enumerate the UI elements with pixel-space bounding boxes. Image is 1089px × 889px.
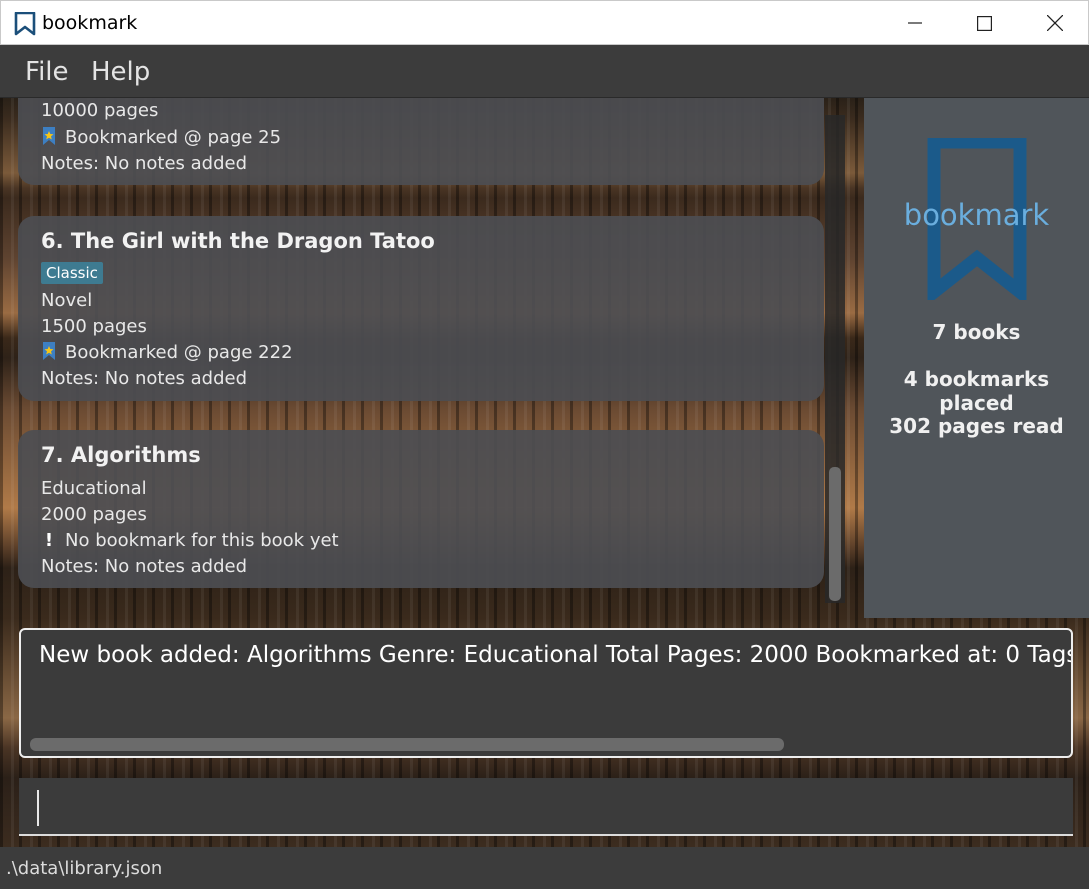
book-card[interactable]: 6. The Girl with the Dragon Tatoo Classi… [18,216,824,401]
result-display[interactable]: New book added: Algorithms Genre: Educat… [19,628,1073,758]
book-pages: 10000 pages [41,100,159,121]
result-message: New book added: Algorithms Genre: Educat… [39,642,1073,668]
logo-text: bookmark [903,198,1050,232]
result-scrollbar-thumb[interactable] [30,738,784,751]
book-card[interactable]: 10000 pages Bookmarked @ page 25 Notes: … [18,98,824,185]
book-genre: Educational [41,478,147,499]
book-card[interactable]: 7. Algorithms Educational 2000 pages ! No… [18,430,824,588]
book-bookmark-status: Bookmarked @ page 222 [41,342,293,363]
minimize-button[interactable] [880,1,950,45]
text-caret [37,790,39,826]
book-bookmark-text: Bookmarked @ page 222 [65,342,293,363]
book-list[interactable]: 10000 pages Bookmarked @ page 25 Notes: … [18,98,830,603]
stats-panel: bookmark 7 books 4 bookmarks placed 302 … [864,98,1089,618]
book-bookmark-text: Bookmarked @ page 25 [65,127,282,148]
book-bookmark-status: Bookmarked @ page 25 [41,127,281,148]
book-notes: Notes: No notes added [41,153,248,174]
close-icon [1047,15,1063,31]
bookmark-star-icon [43,342,55,360]
command-input[interactable] [19,778,1073,834]
minimize-icon [908,22,922,24]
menu-help[interactable]: Help [91,57,150,87]
bookmark-star-icon [43,127,55,145]
window-title: bookmark [42,12,138,34]
stat-pages-read: 302 pages read [889,414,1064,438]
status-bar: .\data\library.json [0,847,1089,889]
menu-file[interactable]: File [25,57,69,87]
book-bookmark-status: ! No bookmark for this book yet [41,530,339,551]
app-bookmark-icon [14,12,36,36]
book-bookmark-text: No bookmark for this book yet [65,530,339,551]
list-scrollbar-thumb[interactable] [829,467,841,601]
stat-books: 7 books [932,320,1021,344]
book-name: 6. The Girl with the Dragon Tatoo [41,229,435,253]
command-box[interactable] [19,778,1073,836]
maximize-icon [976,15,992,31]
title-bar: bookmark [0,0,1089,45]
book-pages: 1500 pages [41,316,147,337]
book-name: 7. Algorithms [41,443,201,467]
data-file-path: .\data\library.json [6,858,163,879]
book-notes: Notes: No notes added [41,556,248,577]
book-notes: Notes: No notes added [41,368,248,389]
book-tag: Classic [41,262,103,284]
maximize-button[interactable] [949,1,1019,45]
close-button[interactable] [1020,1,1089,45]
book-genre: Novel [41,290,93,311]
stat-bookmarks: 4 bookmarks placed [903,367,1050,415]
exclamation-icon: ! [44,530,54,551]
book-pages: 2000 pages [41,504,147,525]
menu-bar: File Help [0,45,1089,98]
